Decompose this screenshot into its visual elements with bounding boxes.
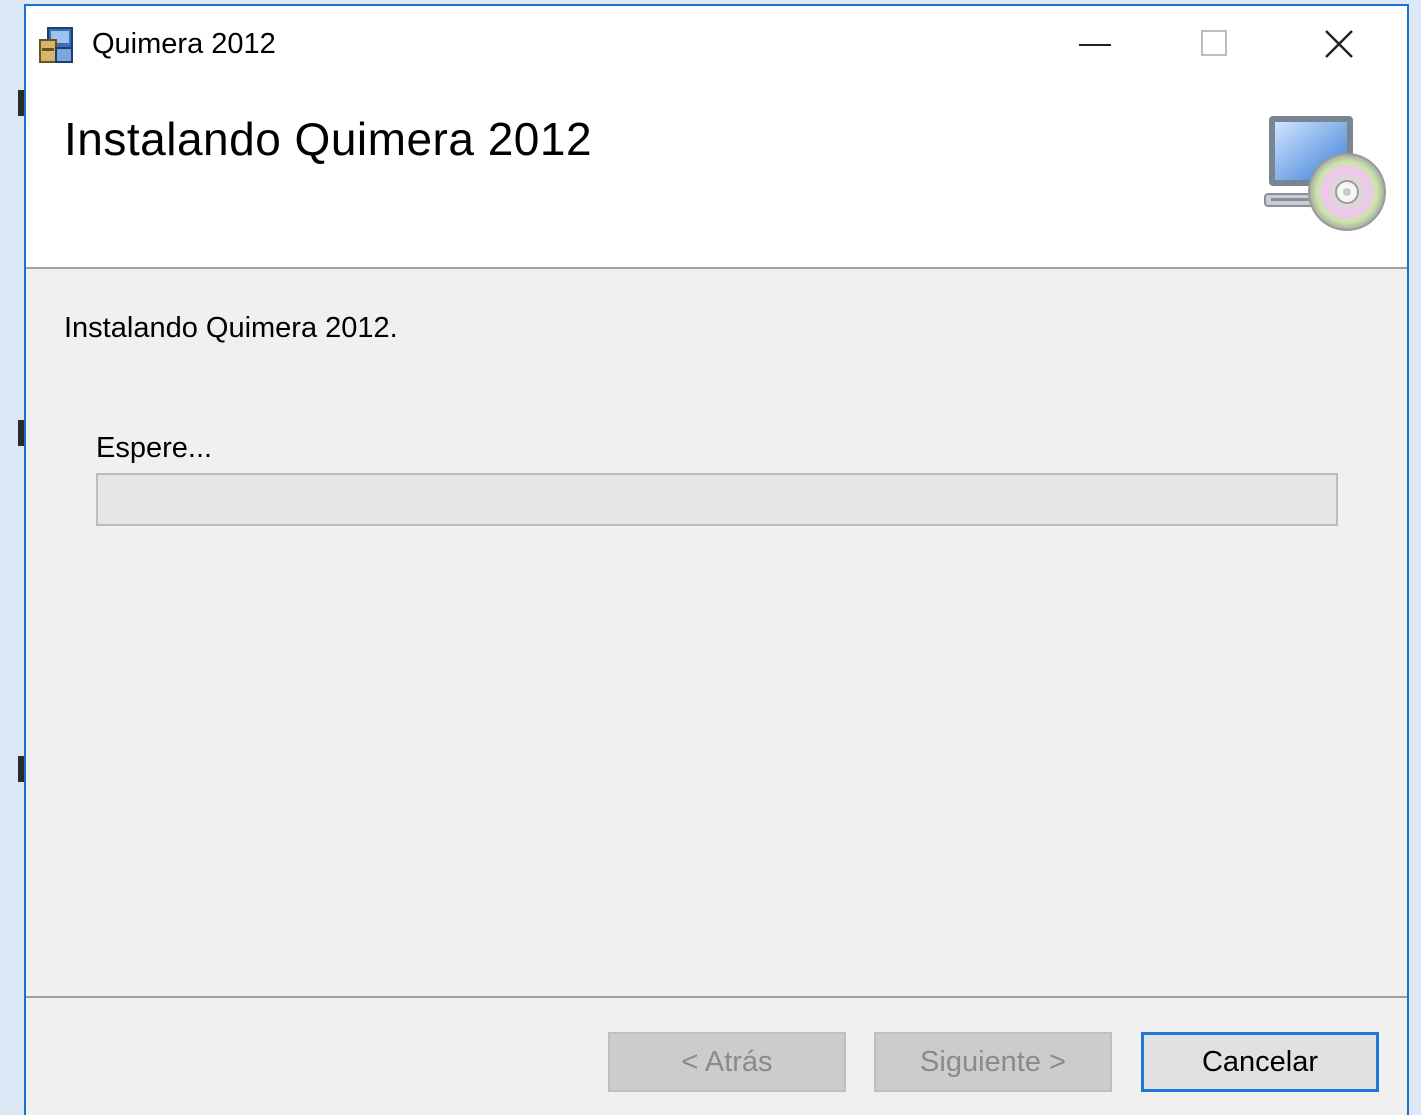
- title-bar[interactable]: Quimera 2012: [26, 6, 1407, 82]
- close-icon: [1325, 30, 1353, 58]
- cancel-button[interactable]: Cancelar: [1141, 1032, 1379, 1092]
- minimize-button[interactable]: [1033, 6, 1155, 82]
- progress-label: Espere...: [96, 432, 213, 464]
- close-button[interactable]: [1277, 6, 1399, 82]
- header-divider: [26, 267, 1407, 269]
- wizard-header: Instalando Quimera 2012: [26, 82, 1407, 267]
- next-button[interactable]: Siguiente >: [874, 1032, 1112, 1092]
- page-title: Instalando Quimera 2012: [64, 113, 593, 165]
- status-text: Instalando Quimera 2012.: [64, 312, 398, 344]
- computer-cd-icon: [1261, 112, 1391, 232]
- footer-divider: [26, 996, 1407, 998]
- installer-window: Quimera 2012 Instalando Quimera 2012 Ins…: [24, 4, 1409, 1115]
- progress-bar: [96, 473, 1338, 526]
- maximize-icon: [1201, 30, 1227, 56]
- back-button[interactable]: < Atrás: [608, 1032, 846, 1092]
- maximize-button[interactable]: [1155, 6, 1277, 82]
- desktop-background: [0, 0, 24, 1115]
- window-title: Quimera 2012: [92, 28, 276, 60]
- minimize-icon: [1079, 44, 1111, 46]
- installer-package-icon: [38, 26, 76, 64]
